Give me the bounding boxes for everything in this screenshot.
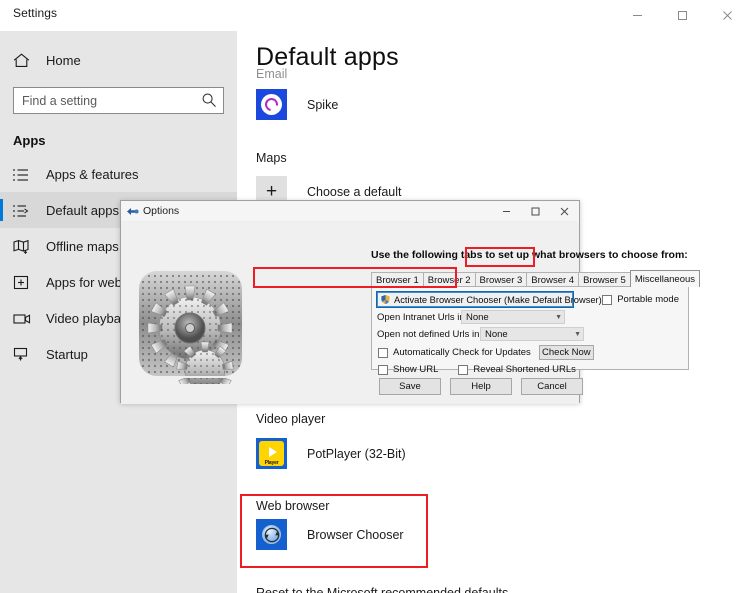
intranet-urls-label: Open Intranet Urls in: — [377, 311, 468, 323]
uac-shield-icon — [380, 294, 391, 305]
options-dialog-heading: Use the following tabs to set up what br… — [371, 249, 688, 261]
sidebar-item-home[interactable]: Home — [0, 42, 237, 78]
sidebar-home-label: Home — [46, 52, 81, 68]
undefined-urls-dropdown[interactable]: None ▼ — [480, 327, 584, 341]
intranet-urls-value: None — [466, 311, 489, 323]
activate-browser-chooser-button[interactable]: Activate Browser Chooser (Make Default B… — [376, 291, 602, 308]
default-app-row-web-browser[interactable]: Browser Chooser — [256, 519, 404, 550]
cancel-button[interactable]: Cancel — [521, 378, 583, 395]
reveal-shortened-urls-label: Reveal Shortened URLs — [473, 364, 576, 375]
potplayer-icon: Player — [256, 438, 287, 469]
window-controls — [615, 0, 750, 31]
dialog-maximize-icon[interactable] — [521, 201, 550, 222]
gears-icon — [135, 262, 246, 399]
auto-updates-row: Automatically Check for Updates Check No… — [378, 345, 594, 360]
portable-mode-label: Portable mode — [617, 294, 679, 305]
undefined-urls-value: None — [485, 328, 508, 340]
tab-browser-4[interactable]: Browser 4 — [526, 272, 580, 287]
minimize-icon[interactable] — [615, 0, 660, 31]
tab-browser-2[interactable]: Browser 2 — [422, 272, 476, 287]
search-icon[interactable] — [201, 92, 217, 108]
home-icon — [13, 51, 35, 69]
website-app-icon — [13, 273, 35, 291]
show-url-label: Show URL — [393, 364, 439, 375]
maximize-icon[interactable] — [660, 0, 705, 31]
options-dialog-title: Options — [143, 205, 180, 217]
tab-miscellaneous[interactable]: Miscellaneous — [629, 270, 701, 287]
reset-defaults-text: Reset to the Microsoft recommended defau… — [256, 586, 509, 593]
tab-browser-3[interactable]: Browser 3 — [474, 272, 528, 287]
auto-updates-label: Automatically Check for Updates — [393, 347, 531, 358]
potplayer-icon-word: Player — [264, 460, 279, 466]
miscellaneous-tab-panel: Activate Browser Chooser (Make Default B… — [371, 286, 689, 375]
dialog-minimize-icon[interactable] — [492, 201, 521, 222]
sidebar-item-apps-features[interactable]: Apps & features — [0, 156, 237, 192]
activate-button-label: Activate Browser Chooser (Make Default B… — [394, 294, 602, 305]
list-icon — [13, 165, 35, 183]
portable-mode-checkbox[interactable]: Portable mode — [602, 294, 679, 305]
checkbox-box — [378, 347, 388, 358]
check-now-button[interactable]: Check Now — [538, 345, 594, 360]
options-dialog-body: Use the following tabs to set up what br… — [121, 222, 701, 404]
help-button[interactable]: Help — [450, 378, 512, 395]
default-app-row-video-player[interactable]: Player PotPlayer (32-Bit) — [256, 438, 406, 469]
dialog-button-row: Save Help Cancel — [379, 378, 583, 395]
default-app-label: Choose a default — [307, 184, 402, 199]
url-options-row: Show URL Reveal Shortened URLs — [378, 364, 576, 375]
chevron-down-icon: ▼ — [555, 313, 562, 321]
auto-updates-checkbox[interactable]: Automatically Check for Updates — [378, 347, 531, 358]
checkbox-box — [378, 364, 388, 375]
default-app-label: Spike — [307, 97, 339, 112]
options-dialog-window-controls — [492, 201, 579, 222]
sidebar-group-heading: Apps — [13, 133, 46, 148]
intranet-urls-dropdown[interactable]: None ▼ — [461, 310, 565, 324]
default-apps-icon — [13, 201, 35, 219]
settings-title: Settings — [13, 6, 58, 20]
undefined-urls-label: Open not defined Urls in: — [377, 328, 483, 340]
sidebar-item-label: Apps & features — [46, 166, 139, 182]
screen: Settings Home Find a setting Apps Apps &… — [0, 0, 750, 593]
default-app-label: PotPlayer (32-Bit) — [307, 446, 406, 461]
category-label-video-player: Video player — [256, 412, 326, 426]
search-container — [13, 87, 224, 114]
checkbox-box — [602, 294, 613, 305]
reveal-shortened-urls-checkbox[interactable]: Reveal Shortened URLs — [458, 364, 576, 375]
browser-tabs: Browser 1 Browser 2 Browser 3 Browser 4 … — [371, 270, 701, 287]
chevron-down-icon: ▼ — [574, 330, 581, 338]
checkbox-box — [458, 364, 469, 375]
show-url-checkbox[interactable]: Show URL — [378, 364, 438, 375]
tab-browser-5[interactable]: Browser 5 — [578, 272, 631, 287]
options-dialog-titlebar: Options — [121, 201, 579, 222]
close-icon[interactable] — [705, 0, 750, 31]
default-app-row-email[interactable]: Spike — [256, 89, 338, 120]
search-input[interactable] — [13, 87, 224, 114]
browser-chooser-icon — [256, 519, 287, 550]
intranet-urls-row: Open Intranet Urls in: None ▼ — [377, 310, 565, 324]
sidebar-item-label: Default apps — [46, 202, 119, 218]
default-app-label: Browser Chooser — [307, 527, 404, 542]
blue-arrow-icon — [126, 205, 139, 218]
category-label-maps: Maps — [256, 151, 287, 165]
category-label-web-browser: Web browser — [256, 499, 330, 513]
undefined-urls-row: Open not defined Urls in: None ▼ — [377, 327, 584, 341]
dialog-close-icon[interactable] — [550, 201, 579, 222]
startup-icon — [13, 345, 35, 363]
tab-browser-1[interactable]: Browser 1 — [371, 272, 424, 287]
video-icon — [13, 309, 35, 327]
settings-titlebar: Settings — [0, 0, 750, 31]
category-label-email: Email — [256, 67, 288, 81]
options-dialog: Options Use the following tabs to set up… — [120, 200, 701, 404]
save-button[interactable]: Save — [379, 378, 441, 395]
sidebar-item-label: Startup — [46, 346, 88, 362]
sidebar-item-label: Offline maps — [46, 238, 119, 254]
spike-icon — [256, 89, 287, 120]
map-icon — [13, 237, 35, 255]
